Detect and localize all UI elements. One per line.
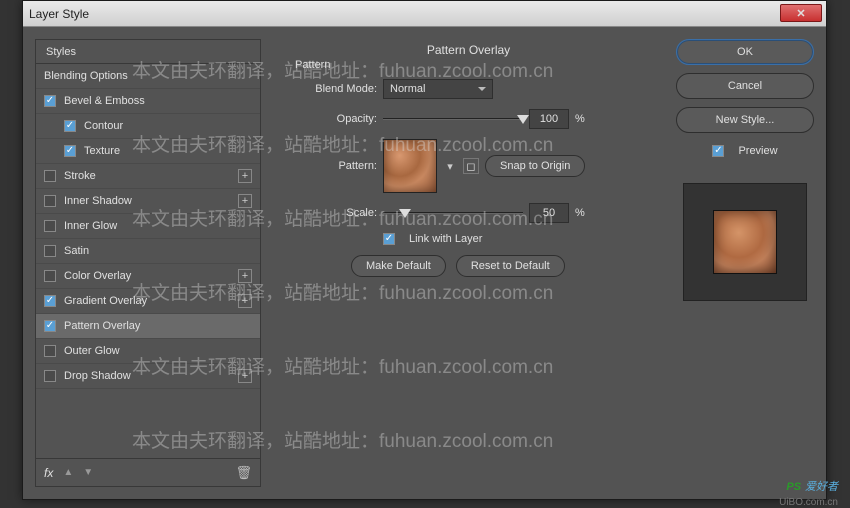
percent-label: % xyxy=(575,113,585,125)
style-gradient-overlay[interactable]: Gradient Overlay+ xyxy=(36,289,260,314)
checkbox-icon[interactable] xyxy=(44,220,56,232)
opacity-slider[interactable] xyxy=(383,112,523,126)
styles-list: Styles Blending Options Bevel & Emboss C… xyxy=(35,39,261,487)
snap-to-origin-button[interactable]: Snap to Origin xyxy=(485,155,585,177)
style-bevel-emboss[interactable]: Bevel & Emboss xyxy=(36,89,260,114)
style-contour[interactable]: Contour xyxy=(36,114,260,139)
style-drop-shadow[interactable]: Drop Shadow+ xyxy=(36,364,260,389)
site-logo: PS 爱好者 xyxy=(786,477,838,494)
checkbox-icon[interactable] xyxy=(44,370,56,382)
opacity-label: Opacity: xyxy=(291,113,377,125)
new-style-button[interactable]: New Style... xyxy=(676,107,814,133)
scale-label: Scale: xyxy=(291,207,377,219)
slider-thumb-icon[interactable] xyxy=(399,209,411,224)
plus-icon[interactable]: + xyxy=(238,194,252,208)
link-with-layer-label: Link with Layer xyxy=(409,233,482,245)
site-url: UiBO.com.cn xyxy=(779,497,838,508)
ok-button[interactable]: OK xyxy=(676,39,814,65)
titlebar[interactable]: Layer Style ✕ xyxy=(23,1,826,27)
style-inner-glow[interactable]: Inner Glow xyxy=(36,214,260,239)
scale-slider[interactable] xyxy=(383,206,523,220)
style-stroke[interactable]: Stroke+ xyxy=(36,164,260,189)
link-with-layer-checkbox[interactable] xyxy=(383,233,395,245)
style-blending-options[interactable]: Blending Options xyxy=(36,64,260,89)
style-pattern-overlay[interactable]: Pattern Overlay xyxy=(36,314,260,339)
new-preset-icon[interactable]: ◻ xyxy=(463,158,479,174)
checkbox-icon[interactable] xyxy=(44,295,56,307)
styles-footer: fx ▲ ▼ 🗑 xyxy=(36,458,260,486)
layer-style-dialog: Layer Style ✕ Styles Blending Options Be… xyxy=(22,0,827,500)
plus-icon[interactable]: + xyxy=(238,369,252,383)
plus-icon[interactable]: + xyxy=(238,169,252,183)
make-default-button[interactable]: Make Default xyxy=(351,255,446,277)
close-button[interactable]: ✕ xyxy=(780,4,822,22)
checkbox-icon[interactable] xyxy=(64,120,76,132)
opacity-input[interactable]: 100 xyxy=(529,109,569,129)
styles-header[interactable]: Styles xyxy=(36,40,260,64)
scale-input[interactable]: 50 xyxy=(529,203,569,223)
checkbox-icon[interactable] xyxy=(64,145,76,157)
preview-checkbox[interactable] xyxy=(712,145,724,157)
checkbox-icon[interactable] xyxy=(44,95,56,107)
style-satin[interactable]: Satin xyxy=(36,239,260,264)
reset-default-button[interactable]: Reset to Default xyxy=(456,255,565,277)
settings-panel: Pattern Overlay Pattern Blend Mode: Norm… xyxy=(271,39,666,487)
checkbox-icon[interactable] xyxy=(44,245,56,257)
preview-area xyxy=(683,183,807,301)
close-icon: ✕ xyxy=(796,7,805,20)
slider-thumb-icon[interactable] xyxy=(517,115,529,130)
preview-label: Preview xyxy=(738,145,777,157)
preview-swatch xyxy=(713,210,777,274)
style-outer-glow[interactable]: Outer Glow xyxy=(36,339,260,364)
panel-title: Pattern Overlay xyxy=(291,43,646,57)
window-title: Layer Style xyxy=(29,7,89,21)
style-inner-shadow[interactable]: Inner Shadow+ xyxy=(36,189,260,214)
actions-column: OK Cancel New Style... Preview xyxy=(676,39,814,487)
arrow-up-icon[interactable]: ▲ xyxy=(63,467,73,478)
style-texture[interactable]: Texture xyxy=(36,139,260,164)
blend-mode-label: Blend Mode: xyxy=(291,83,377,95)
checkbox-icon[interactable] xyxy=(44,270,56,282)
pattern-label: Pattern: xyxy=(291,160,377,172)
trash-icon[interactable]: 🗑 xyxy=(235,465,252,481)
chevron-down-icon[interactable]: ▾ xyxy=(443,159,457,173)
checkbox-icon[interactable] xyxy=(44,170,56,182)
checkbox-icon[interactable] xyxy=(44,195,56,207)
pattern-swatch[interactable] xyxy=(383,139,437,193)
cancel-button[interactable]: Cancel xyxy=(676,73,814,99)
style-color-overlay[interactable]: Color Overlay+ xyxy=(36,264,260,289)
blend-mode-select[interactable]: Normal xyxy=(383,79,493,99)
checkbox-icon[interactable] xyxy=(44,320,56,332)
checkbox-icon[interactable] xyxy=(44,345,56,357)
arrow-down-icon[interactable]: ▼ xyxy=(83,467,93,478)
panel-subtitle: Pattern xyxy=(291,59,646,71)
percent-label: % xyxy=(575,207,585,219)
fx-icon[interactable]: fx xyxy=(44,466,53,480)
plus-icon[interactable]: + xyxy=(238,269,252,283)
plus-icon[interactable]: + xyxy=(238,294,252,308)
